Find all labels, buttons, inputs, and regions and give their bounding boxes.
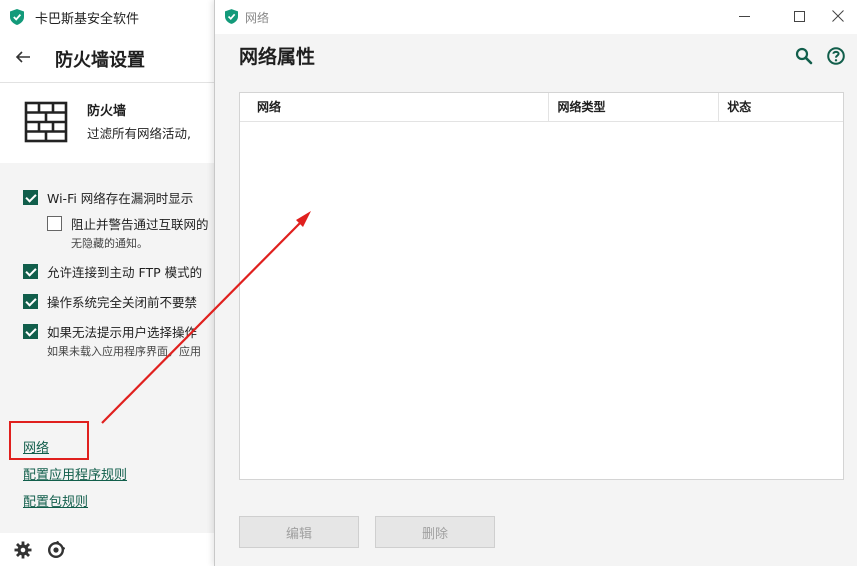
column-header-status[interactable]: 状态 xyxy=(718,93,843,122)
app-title: 卡巴斯基安全软件 xyxy=(35,11,140,27)
search-icon[interactable] xyxy=(795,47,813,65)
gear-icon[interactable] xyxy=(14,541,32,559)
component-name: 防火墙 xyxy=(87,104,127,119)
dialog-heading: 网络属性 xyxy=(239,46,316,68)
checkbox-checked[interactable] xyxy=(23,324,38,339)
option-label: Wi-Fi 网络存在漏洞时显示 xyxy=(47,191,194,206)
kaspersky-shield-icon xyxy=(10,9,24,25)
close-button[interactable] xyxy=(815,0,857,32)
app-rules-link[interactable]: 配置应用程序规则 xyxy=(23,464,127,483)
close-icon xyxy=(832,10,844,22)
option-subtext: 无隐藏的通知。 xyxy=(71,237,148,250)
option-label: 操作系统完全关闭前不要禁 xyxy=(47,295,198,310)
delete-button[interactable]: 删除 xyxy=(375,516,495,548)
minimize-icon xyxy=(738,15,750,17)
checkbox-checked[interactable] xyxy=(23,294,38,309)
main-footer xyxy=(0,533,214,566)
firewall-component: 防火墙 过滤所有网络活动, xyxy=(0,83,214,163)
option-shutdown[interactable]: 操作系统完全关闭前不要禁 xyxy=(23,292,197,311)
maximize-icon xyxy=(793,10,805,22)
edit-button[interactable]: 编辑 xyxy=(239,516,359,548)
settings-header: 防火墙设置 xyxy=(0,34,214,82)
firewall-brick-icon xyxy=(24,101,68,143)
dialog-titlebar: 网络 xyxy=(215,0,857,34)
option-block-warn[interactable]: 阻止并警告通过互联网的 xyxy=(47,214,209,233)
table-header: 网络 网络类型 状态 xyxy=(240,93,843,122)
help-icon[interactable] xyxy=(827,47,845,65)
checkbox-checked[interactable] xyxy=(23,264,38,279)
option-label: 如果无法提示用户选择操作 xyxy=(47,325,198,340)
option-subtext: 如果未载入应用程序界面，应用 xyxy=(47,345,201,358)
checkbox-checked[interactable] xyxy=(23,190,38,205)
option-label: 允许连接到主动 FTP 模式的 xyxy=(47,265,203,280)
option-wifi-warning[interactable]: Wi-Fi 网络存在漏洞时显示 xyxy=(23,188,193,207)
annotation-highlight-box xyxy=(9,421,89,460)
option-ftp-active[interactable]: 允许连接到主动 FTP 模式的 xyxy=(23,262,202,281)
option-prompt-action[interactable]: 如果无法提示用户选择操作 xyxy=(23,322,197,341)
network-dialog: 网络 网络属性 网络 网络类型 状态 编辑 删除 xyxy=(214,0,857,566)
support-icon[interactable] xyxy=(47,541,65,559)
column-header-network[interactable]: 网络 xyxy=(240,93,548,122)
checkbox-unchecked[interactable] xyxy=(47,216,62,231)
minimize-button[interactable] xyxy=(721,0,767,32)
option-label: 阻止并警告通过互联网的 xyxy=(71,217,209,232)
back-arrow-icon[interactable] xyxy=(14,48,32,66)
column-header-network-type[interactable]: 网络类型 xyxy=(548,93,718,122)
packet-rules-link[interactable]: 配置包规则 xyxy=(23,491,88,510)
kaspersky-shield-icon xyxy=(225,9,238,24)
networks-table: 网络 网络类型 状态 xyxy=(239,92,844,480)
component-description: 过滤所有网络活动, xyxy=(87,126,191,141)
dialog-window-title: 网络 xyxy=(245,11,270,25)
page-title: 防火墙设置 xyxy=(55,50,145,71)
